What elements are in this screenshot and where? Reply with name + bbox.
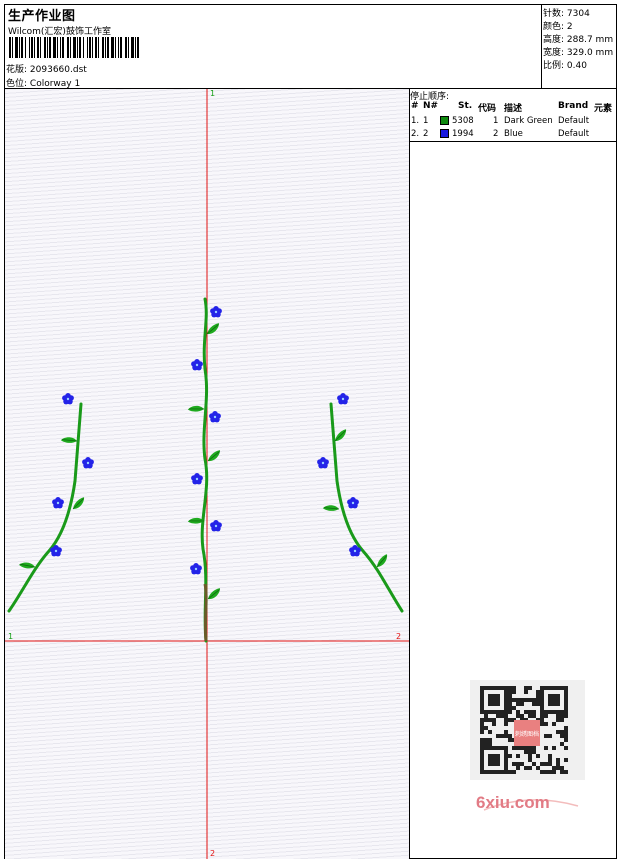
colorway-row: 色位: Colorway 1 [6, 76, 80, 89]
stat-scale: 比例: 0.40 [543, 58, 587, 71]
colorway-label: 色位: [6, 79, 28, 89]
page-title: 生产作业图 [8, 9, 76, 24]
right-vine [317, 393, 404, 613]
stat-scale-value: 0.40 [566, 61, 587, 71]
design-canvas: 1 1 2 2 [5, 89, 409, 859]
stat-width-value: 329.0 mm [566, 48, 614, 58]
center-vine [187, 297, 223, 643]
flower-icon [191, 473, 203, 485]
flower-icon [82, 457, 94, 469]
flower-icon [347, 497, 359, 509]
col-st: St. [458, 101, 473, 111]
company-name: Wilcom(汇宏)鼓饰工作室 [8, 27, 111, 37]
stat-width: 宽度: 329.0 mm [543, 45, 613, 58]
row-brand: Default [558, 116, 590, 126]
row-desc: Blue [504, 129, 523, 139]
row-st: 1994 [452, 129, 474, 139]
leaf-icon [373, 553, 391, 569]
leaf-icon [205, 587, 223, 601]
stat-width-label: 宽度: [543, 48, 565, 58]
stat-height-label: 高度: [543, 35, 565, 45]
flower-icon [210, 520, 222, 532]
leaf-icon [205, 449, 223, 463]
col-brand: Brand [558, 101, 589, 111]
color-swatch [440, 116, 449, 125]
center-vine-stem-base [203, 583, 208, 642]
row-n: 1 [423, 116, 429, 126]
site-logo-text: 6xiu.com [476, 793, 550, 812]
left-vine [7, 393, 94, 613]
col-hash: # [411, 101, 419, 111]
col-code: 代码 [478, 104, 497, 114]
flower-icon [190, 563, 202, 575]
row-st: 5308 [452, 116, 474, 126]
pattern-label: 花版: [6, 65, 28, 75]
axis-marker-bottom: 2 [210, 849, 215, 858]
stat-height: 高度: 288.7 mm [543, 32, 613, 45]
row-code: 2 [493, 129, 499, 139]
flower-icon [209, 411, 221, 423]
header-divider-vertical [541, 4, 542, 89]
stat-colors-value: 2 [566, 22, 573, 32]
axis-marker-top: 1 [210, 89, 215, 98]
stat-height-value: 288.7 mm [566, 35, 614, 45]
axis-marker-right: 2 [396, 632, 401, 641]
row-index: 1. [411, 116, 420, 126]
leaf-icon [60, 433, 78, 448]
stat-stitches-value: 7304 [566, 9, 590, 19]
flower-icon [337, 393, 349, 405]
col-n: N# [423, 101, 439, 111]
row-code: 1 [493, 116, 499, 126]
col-element: 元素 [594, 104, 613, 114]
row-brand: Default [558, 129, 590, 139]
pattern-row: 花版: 2093660.dst [6, 62, 87, 75]
panel-divider [409, 88, 410, 859]
stat-colors-label: 颜色: [543, 22, 565, 32]
axis-marker-left: 1 [8, 632, 13, 641]
col-desc: 描述 [504, 104, 523, 114]
leaf-icon [187, 402, 205, 416]
flower-icon [62, 393, 74, 405]
qr-center-label: 刺绣图档 [515, 730, 539, 738]
row-desc: Dark Green [504, 116, 553, 126]
stat-stitches: 针数: 7304 [543, 6, 590, 19]
qr-code-icon: 刺绣图档 [470, 680, 585, 780]
stat-stitches-label: 针数: [543, 9, 565, 19]
embroidery-preview: 1 1 2 2 [5, 89, 409, 859]
stat-scale-label: 比例: [543, 61, 565, 71]
stat-colors: 颜色: 2 [543, 19, 573, 32]
colorway-value: Colorway 1 [29, 79, 81, 89]
site-logo: 6xiu.com [476, 793, 579, 812]
row-n: 2 [423, 129, 429, 139]
barcode [9, 37, 139, 58]
flower-icon [210, 306, 222, 318]
leaf-icon [322, 501, 340, 516]
flower-icon [317, 457, 329, 469]
left-vine-stem [7, 402, 83, 613]
flower-icon [191, 359, 203, 371]
table-bottom-divider [409, 141, 617, 142]
flower-icon [52, 497, 64, 509]
pattern-value: 2093660.dst [29, 65, 87, 75]
row-index: 2. [411, 129, 420, 139]
color-swatch [440, 129, 449, 138]
